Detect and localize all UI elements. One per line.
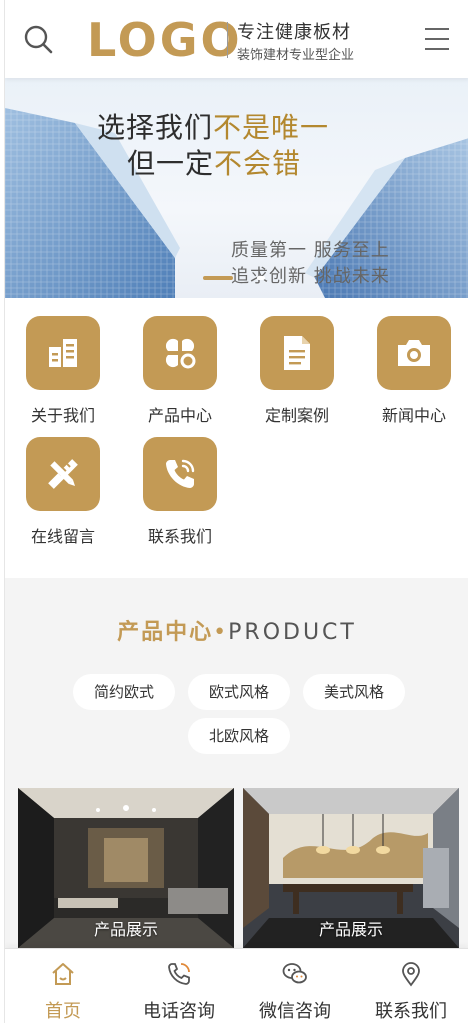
nav-icon-tile bbox=[143, 316, 217, 390]
nav-item-contact[interactable]: 联系我们 bbox=[128, 419, 232, 546]
nav-item-cases[interactable]: 定制案例 bbox=[245, 298, 349, 425]
nav-label: 在线留言 bbox=[30, 527, 95, 546]
tab-contact[interactable]: 联系我们 bbox=[353, 949, 468, 1023]
nav-icon-tile bbox=[377, 316, 451, 390]
banner-pagination-active[interactable] bbox=[203, 276, 233, 280]
section-title: 产品中心•PRODUCT bbox=[5, 614, 468, 646]
nav-item-message[interactable]: 在线留言 bbox=[11, 419, 115, 546]
menu-icon-bar bbox=[425, 48, 449, 50]
product-card[interactable]: 产品展示 bbox=[18, 788, 234, 948]
section-title-cn: 产品中心 bbox=[117, 620, 214, 645]
site-title: 专注健康板材 bbox=[237, 22, 351, 43]
nav-icon-tile bbox=[26, 437, 100, 511]
category-tag[interactable]: 简约欧式 bbox=[73, 674, 175, 710]
camera-icon bbox=[398, 340, 430, 366]
category-tag[interactable]: 美式风格 bbox=[303, 674, 405, 710]
banner-headline-1b: 不是唯一 bbox=[213, 111, 330, 144]
product-label: 产品展示 bbox=[318, 920, 383, 939]
clover-icon bbox=[165, 338, 196, 369]
banner-slogan-1: 质量第一 服务至上 bbox=[231, 240, 390, 261]
section-title-en: PRODUCT bbox=[228, 620, 357, 645]
banner-headline-2b: 不会错 bbox=[214, 147, 302, 180]
page: LOGO 专注健康板材 装饰建材专业型企业 选择我们不是唯一 但一定不会错 质量… bbox=[4, 0, 468, 1023]
tab-home[interactable]: 首页 bbox=[5, 949, 121, 1023]
banner-slogan-2: 追求创新 挑战未来 bbox=[231, 266, 390, 287]
bottom-tab-bar: 首页 电话咨询 微信咨询 联系我们 bbox=[5, 948, 468, 1023]
category-tag[interactable]: 北欧风格 bbox=[188, 718, 290, 754]
tab-label: 电话咨询 bbox=[143, 1001, 215, 1022]
nav-label: 联系我们 bbox=[147, 527, 212, 546]
logo-divider bbox=[227, 22, 228, 58]
tab-label: 微信咨询 bbox=[259, 1001, 331, 1022]
nav-item-news[interactable]: 新闻中心 bbox=[362, 298, 466, 425]
menu-icon-bar bbox=[425, 38, 449, 40]
tab-phone[interactable]: 电话咨询 bbox=[121, 949, 237, 1023]
document-icon bbox=[284, 336, 310, 370]
menu-icon-bar bbox=[425, 28, 449, 30]
location-icon bbox=[402, 962, 420, 987]
nav-label: 新闻中心 bbox=[381, 406, 446, 425]
site-subtitle: 装饰建材专业型企业 bbox=[237, 48, 355, 63]
wechat-icon bbox=[282, 963, 307, 984]
nav-icon-tile bbox=[26, 316, 100, 390]
banner-headline-2a: 但一定 bbox=[127, 147, 215, 180]
banner-headline-1: 选择我们不是唯一 bbox=[97, 106, 329, 146]
building-icon bbox=[49, 339, 77, 367]
search-icon bbox=[24, 25, 53, 54]
section-title-dot: • bbox=[213, 620, 229, 645]
product-label: 产品展示 bbox=[93, 920, 158, 939]
banner-pagination-dot[interactable] bbox=[257, 276, 265, 280]
nav-label: 定制案例 bbox=[264, 406, 329, 425]
tab-label: 联系我们 bbox=[375, 1001, 447, 1022]
logo[interactable]: LOGO bbox=[87, 14, 243, 66]
banner[interactable]: 选择我们不是唯一 但一定不会错 质量第一 服务至上 追求创新 挑战未来 bbox=[5, 78, 468, 298]
tab-wechat[interactable]: 微信咨询 bbox=[237, 949, 353, 1023]
phone-icon bbox=[168, 963, 190, 985]
nav-icon-tile bbox=[143, 437, 217, 511]
nav-icon-tile bbox=[260, 316, 334, 390]
home-icon bbox=[52, 963, 74, 985]
menu-button[interactable] bbox=[425, 28, 451, 52]
tab-label: 首页 bbox=[45, 1001, 81, 1022]
quick-nav: 关于我们 产品中心 定制案例 新闻中心 在线留言 联系我们 bbox=[5, 298, 468, 578]
search-button[interactable] bbox=[23, 24, 55, 56]
nav-item-products[interactable]: 产品中心 bbox=[128, 298, 232, 425]
phone-icon bbox=[166, 459, 195, 488]
product-section: 产品中心•PRODUCT 简约欧式 欧式风格 美式风格 北欧风格 产品展示 产品… bbox=[5, 578, 468, 958]
pencil-ruler-icon bbox=[48, 459, 78, 489]
category-tag[interactable]: 欧式风格 bbox=[188, 674, 290, 710]
product-card[interactable]: 产品展示 bbox=[243, 788, 459, 948]
nav-item-about[interactable]: 关于我们 bbox=[11, 298, 115, 425]
header: LOGO 专注健康板材 装饰建材专业型企业 bbox=[5, 0, 468, 78]
banner-headline-2: 但一定不会错 bbox=[127, 142, 301, 182]
banner-headline-1a: 选择我们 bbox=[97, 111, 214, 144]
